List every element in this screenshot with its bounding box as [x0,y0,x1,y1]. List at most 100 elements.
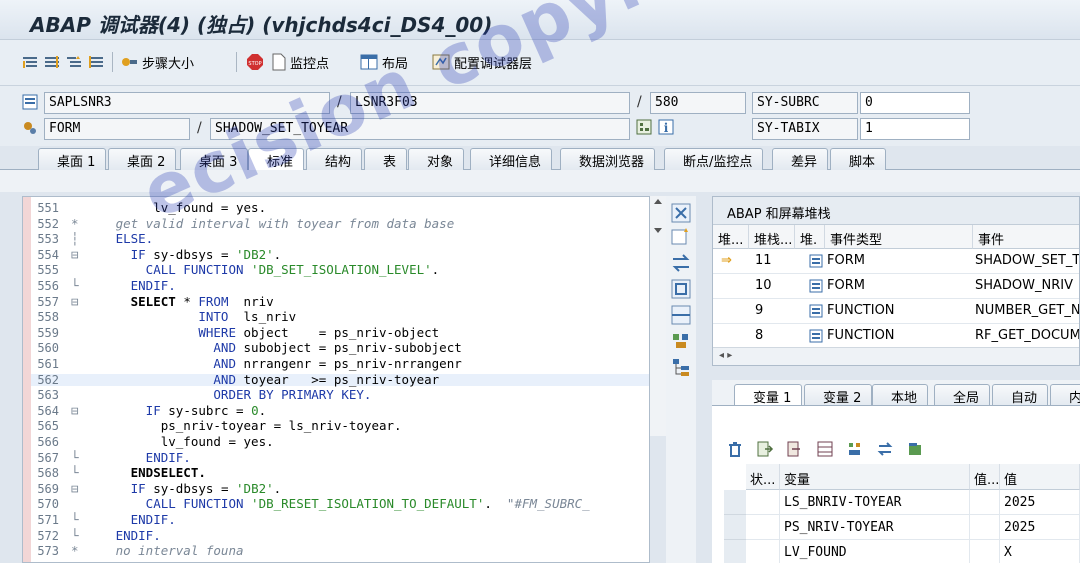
code-line[interactable]: 563 ORDER BY PRIMARY KEY. [31,388,649,401]
code-line[interactable]: 558 INTO ls_nriv [31,310,649,323]
step-over-button[interactable] [44,50,60,74]
row-selector[interactable] [724,515,746,540]
configure-layers-button[interactable]: 配置调试器层 [432,50,532,74]
fold-marker[interactable]: └ [71,451,91,464]
stack-col-header[interactable]: 堆... [713,225,749,249]
fold-marker[interactable]: ┆ [71,232,91,245]
code-line[interactable]: 552 * get valid interval with toyear from… [31,217,649,230]
code-line[interactable]: 568 └ ENDSELECT. [31,466,649,479]
code-line[interactable]: 562 AND toyear >= ps_nriv-toyear [31,373,649,386]
variable-name[interactable]: LV_FOUND [780,540,970,563]
variable-row[interactable]: PS_NRIV-TOYEAR 2025 [712,515,1080,541]
stack-row[interactable]: 8 FUNCTION RF_GET_DOCUMENT [713,324,1079,349]
code-line[interactable]: 557 ⊟ SELECT * FROM nriv [31,295,649,308]
tab-var-2[interactable]: 变量 2 [804,384,873,405]
code-line[interactable]: 554 ⊟ IF sy-dbsys = 'DB2'. [31,248,649,261]
stack-col-header[interactable]: 事件类型 [825,225,973,249]
return-button[interactable] [66,50,82,74]
tab-desktop-2[interactable]: 桌面 2 [108,148,177,170]
info-button[interactable]: i [658,116,674,138]
source-code-editor[interactable]: 551 lv_found = yes. 552 * get valid interv… [22,196,650,563]
event-type-field[interactable]: FORM [44,118,190,140]
tab-local[interactable]: 本地 [872,384,929,405]
code-line[interactable]: 572 └ ENDIF. [31,529,649,542]
stack-hscroll[interactable]: ◂ ▸ [713,347,1079,365]
fold-marker[interactable]: ⊟ [71,404,91,417]
fold-marker[interactable]: * [71,217,91,230]
code-line[interactable]: 560 AND subobject = ps_nriv-subobject [31,342,649,355]
stack-col-header[interactable]: 堆栈... [749,225,795,249]
stack-row[interactable]: 10 FORM SHADOW_NRIV [713,274,1079,299]
tab-tables[interactable]: 表 [364,148,408,170]
code-line[interactable]: 566 lv_found = yes. [31,435,649,448]
breakpoint-margin[interactable] [23,197,31,562]
variable-row[interactable]: LS_BNRIV-TOYEAR 2025 [712,490,1080,516]
delete-icon[interactable] [726,440,744,458]
tab-data-browser[interactable]: 数据浏览器 [560,148,656,170]
code-line[interactable]: 571 └ ENDIF. [31,513,649,526]
variable-name[interactable]: PS_NRIV-TOYEAR [780,515,970,540]
variable-value[interactable]: 2025 [1000,490,1080,515]
vars-col-header[interactable]: 状... [746,464,780,490]
code-line[interactable]: 551 lv_found = yes. [31,201,649,214]
fold-marker[interactable]: ⊟ [71,482,91,495]
code-line[interactable]: 573 * no interval founa [31,544,649,557]
vars-col-header[interactable]: 值... [970,464,1000,490]
transfer-icon[interactable] [876,440,894,458]
tab-standard[interactable]: 标准 [248,148,305,171]
line-field[interactable]: 580 [650,92,746,114]
fold-marker[interactable]: └ [71,466,91,479]
new-tool-icon[interactable] [670,226,692,248]
services-tool-icon[interactable] [670,330,692,352]
tab-breakpoints[interactable]: 断点/监控点 [664,148,764,170]
tab-script[interactable]: 脚本 [830,148,887,170]
layout-button[interactable]: 布局 [360,50,408,74]
fold-marker[interactable]: ⊟ [71,248,91,261]
tab-structures[interactable]: 结构 [306,148,363,170]
event-details-button[interactable] [636,116,652,138]
program-field[interactable]: SAPLSNR3 [44,92,330,114]
stack-row[interactable]: 9 FUNCTION NUMBER_GET_NEXT [713,299,1079,324]
continue-button[interactable] [88,50,104,74]
fold-marker[interactable]: ⊟ [71,295,91,308]
row-selector[interactable] [724,490,746,515]
variable-value[interactable]: X [1000,540,1080,563]
tab-global[interactable]: 全局 [934,384,991,405]
sysvar2-name-field[interactable]: SY-TABIX [752,118,858,140]
stack-row[interactable]: ⇒ 11 FORM SHADOW_SET_TOYEAR [713,249,1079,274]
export-icon[interactable] [786,440,804,458]
tab-desktop-1[interactable]: 桌面 1 [38,148,107,170]
code-line[interactable]: 567 └ ENDIF. [31,451,649,464]
variable-row[interactable]: LV_FOUND X [712,540,1080,563]
watchpoint-button[interactable]: 监控点 [272,50,329,74]
fold-marker[interactable]: └ [71,529,91,542]
tab-diff[interactable]: 差异 [772,148,829,170]
row-selector[interactable] [724,540,746,563]
tab-desktop-3[interactable]: 桌面 3 [180,148,249,170]
vars-col-header[interactable]: 值 [1000,464,1080,490]
code-line[interactable]: 564 ⊟ IF sy-subrc = 0. [31,404,649,417]
sysvar2-value-field[interactable]: 1 [860,118,970,140]
split-tool-icon[interactable] [670,304,692,326]
include-field[interactable]: LSNR3F03 [350,92,630,114]
layout-switch-icon[interactable] [906,440,924,458]
code-line[interactable]: 556 └ ENDIF. [31,279,649,292]
code-line[interactable]: 559 WHERE object = ps_nriv-object [31,326,649,339]
step-size-button[interactable]: 步骤大小 [120,50,194,74]
code-line[interactable]: 553 ┆ ELSE. [31,232,649,245]
tab-objects[interactable]: 对象 [408,148,465,170]
tab-auto[interactable]: 自动 [992,384,1049,405]
fold-marker[interactable]: * [71,544,91,557]
filter-icon[interactable] [846,440,864,458]
sysvar1-value-field[interactable]: 0 [860,92,970,114]
fold-marker[interactable]: └ [71,279,91,292]
close-tool-icon[interactable] [670,202,692,224]
stack-col-header[interactable]: 事件 [973,225,1079,249]
stack-col-header[interactable]: 堆. [795,225,825,249]
editor-scrollbar[interactable] [650,196,666,436]
tab-var-1[interactable]: 变量 1 [734,384,803,405]
tab-details[interactable]: 详细信息 [470,148,553,170]
code-line[interactable]: 555 CALL FUNCTION 'DB_SET_ISOLATION_LEVE… [31,264,649,277]
table-icon[interactable] [816,440,834,458]
sysvar1-name-field[interactable]: SY-SUBRC [752,92,858,114]
